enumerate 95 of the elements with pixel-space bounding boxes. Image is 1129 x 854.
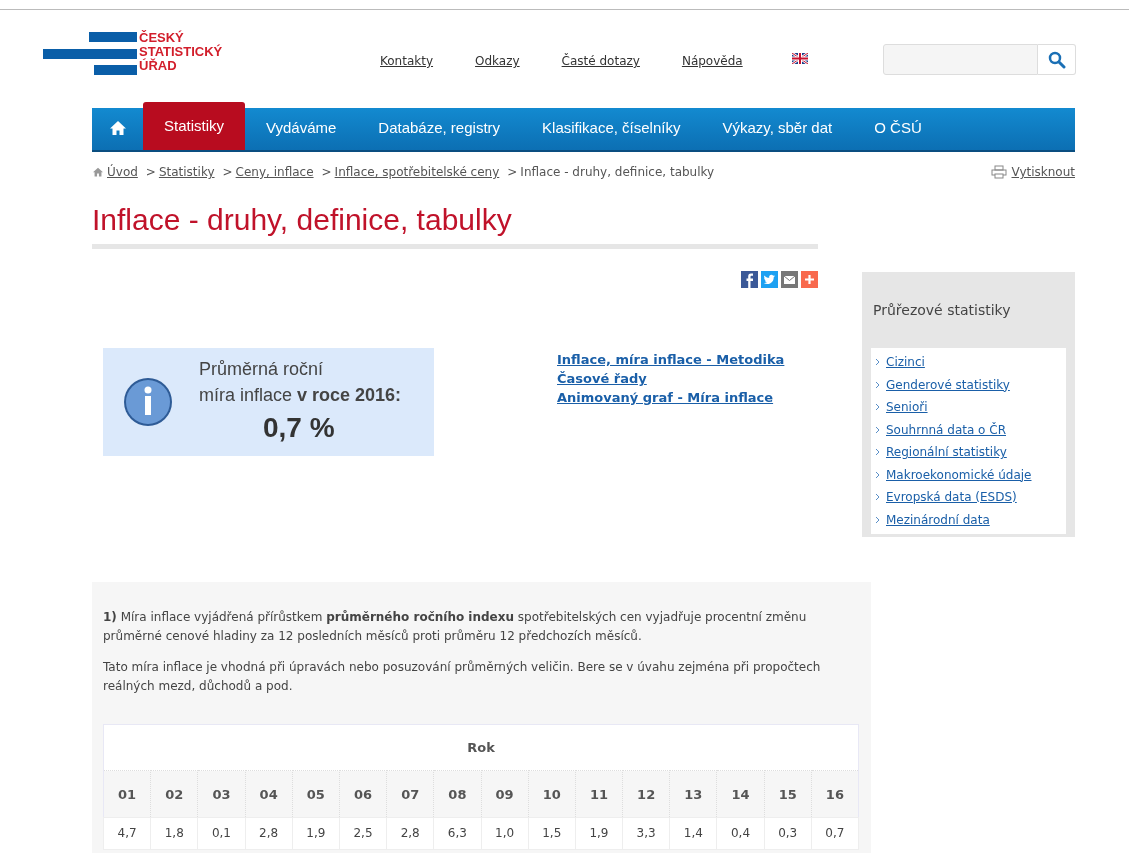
table-cell: 4,7 — [103, 817, 151, 850]
logo-bars-icon — [43, 32, 137, 76]
table-cell: 1,9 — [575, 817, 623, 850]
table-cell: 6,3 — [433, 817, 481, 850]
paragraph: 1) Míra inflace vyjádřená přírůstkem průměrného ročního indexu spotřebitelských cen vyjadřuje procentní změnu průměrné cenové hladiny za 12 posledních měsíců proti průměru 12 předchozích měsíců. — [103, 609, 808, 645]
top-link[interactable]: Kontakty — [380, 52, 434, 70]
table-cell: 2,8 — [245, 817, 293, 850]
table-cell: 1,9 — [292, 817, 340, 850]
table-cell: 2,8 — [386, 817, 434, 850]
table-cell: 1,5 — [528, 817, 576, 850]
sidebar-title: Průřezové statistiky — [872, 300, 1012, 320]
home-icon — [92, 167, 104, 177]
chevron-icon — [875, 358, 880, 367]
nav-tab[interactable]: O ČSÚ — [853, 106, 943, 150]
table-cell: 0,7 — [811, 817, 859, 850]
logo-text: STATISTICKÝ — [139, 45, 223, 59]
breadcrumb-current: Inflace - druhy, definice, tabulky — [520, 164, 715, 181]
column-header: 13 — [669, 770, 717, 818]
table-cell: 2,5 — [339, 817, 387, 850]
top-link[interactable]: Časté dotazy — [561, 52, 640, 70]
flag-icon[interactable] — [792, 53, 808, 64]
top-link[interactable]: Odkazy — [475, 52, 520, 70]
search-icon — [1047, 50, 1066, 69]
plus-icon[interactable] — [801, 271, 818, 288]
printer-icon — [990, 165, 1007, 179]
table-cell: 1,8 — [150, 817, 198, 850]
twitter-icon[interactable] — [761, 271, 778, 288]
logo-text: ČESKÝ — [139, 31, 184, 45]
info-icon — [123, 377, 173, 427]
breadcrumb-link[interactable]: Ceny, inflace — [235, 163, 314, 181]
facebook-icon[interactable] — [741, 271, 758, 288]
column-header: 05 — [292, 770, 340, 818]
column-header: 10 — [528, 770, 576, 818]
chevron-icon — [875, 493, 880, 502]
table-cell: 1,4 — [669, 817, 717, 850]
column-header: 06 — [339, 770, 387, 818]
related-link[interactable]: Časové řady — [557, 369, 647, 388]
nav-tab[interactable]: Výkazy, sběr dat — [701, 106, 854, 150]
column-header: 08 — [433, 770, 481, 818]
column-header: 09 — [481, 770, 529, 818]
chevron-icon — [875, 515, 880, 524]
sidebar-link[interactable]: Regionální statistiky — [886, 441, 1007, 464]
breadcrumb-link[interactable]: Inflace, spotřebitelské ceny — [334, 163, 500, 181]
column-header: 12 — [622, 770, 670, 818]
page-title: Inflace - druhy, definice, tabulky — [92, 202, 513, 238]
breadcrumb-separator: > — [145, 164, 156, 181]
column-header: 11 — [575, 770, 623, 818]
breadcrumb-separator: > — [321, 164, 332, 181]
nav-tab[interactable]: Statistiky — [143, 102, 245, 150]
table-cell: 3,3 — [622, 817, 670, 850]
sidebar-link[interactable]: Makroekonomické údaje — [886, 463, 1032, 486]
column-header: 04 — [245, 770, 293, 818]
email-icon[interactable] — [781, 271, 798, 288]
breadcrumb-link[interactable]: Statistiky — [158, 163, 215, 181]
chevron-icon — [875, 425, 880, 434]
info-label: Průměrná roční — [199, 358, 325, 381]
logo-text: ÚŘAD — [139, 59, 178, 73]
sidebar-link[interactable]: Mezinárodní data — [886, 508, 990, 531]
search-button[interactable] — [1038, 44, 1076, 75]
chevron-icon — [875, 380, 880, 389]
table-cell: 0,3 — [764, 817, 812, 850]
chevron-icon — [875, 470, 880, 479]
column-header: 14 — [716, 770, 765, 818]
nav-tab[interactable]: Klasifikace, číselníky — [521, 106, 702, 150]
sidebar-link[interactable]: Genderové statistiky — [886, 373, 1010, 396]
search-field[interactable] — [883, 44, 1038, 75]
column-header: 03 — [197, 770, 246, 818]
top-link[interactable]: Nápověda — [681, 52, 743, 70]
column-header: 02 — [150, 770, 198, 818]
table-cell: 0,1 — [197, 817, 246, 850]
sidebar-link[interactable]: Cizinci — [886, 351, 925, 374]
info-label: míra inflace v roce 2016: — [199, 384, 402, 407]
table-caption: Rok — [103, 724, 859, 771]
related-link[interactable]: Animovaný graf - Míra inflace — [557, 388, 774, 407]
column-header: 15 — [764, 770, 812, 818]
nav-tab[interactable]: Databáze, registry — [357, 106, 522, 150]
print-link[interactable]: Vytisknout — [990, 163, 1075, 181]
breadcrumb-separator: > — [222, 164, 233, 181]
sidebar-link[interactable]: Souhrnná data o ČR — [886, 418, 1006, 441]
chevron-icon — [875, 403, 880, 412]
paragraph: Tato míra inflace je vhodná při úpravách nebo posuzování průměrných veličin. Bere se v úvahu zejména při propočtech reálných mezd, důchodů a pod. — [103, 659, 822, 695]
sidebar-link[interactable]: Senioři — [886, 396, 928, 419]
table-cell: 0,4 — [716, 817, 765, 850]
breadcrumb-separator: > — [507, 164, 518, 181]
table-cell: 1,0 — [481, 817, 529, 850]
print-link-text: Vytisknout — [1011, 164, 1075, 181]
column-header: 01 — [103, 770, 151, 818]
home-icon — [108, 120, 127, 136]
column-header: 07 — [386, 770, 434, 818]
inflation-value: 0,7 % — [263, 411, 336, 445]
chevron-icon — [875, 448, 880, 457]
nav-tab[interactable]: Vydáváme — [245, 106, 358, 150]
related-link[interactable]: Inflace, míra inflace - Metodika — [557, 350, 785, 369]
sidebar-link[interactable]: Evropská data (ESDS) — [886, 486, 1017, 509]
breadcrumb-link[interactable]: Úvod — [107, 163, 138, 181]
